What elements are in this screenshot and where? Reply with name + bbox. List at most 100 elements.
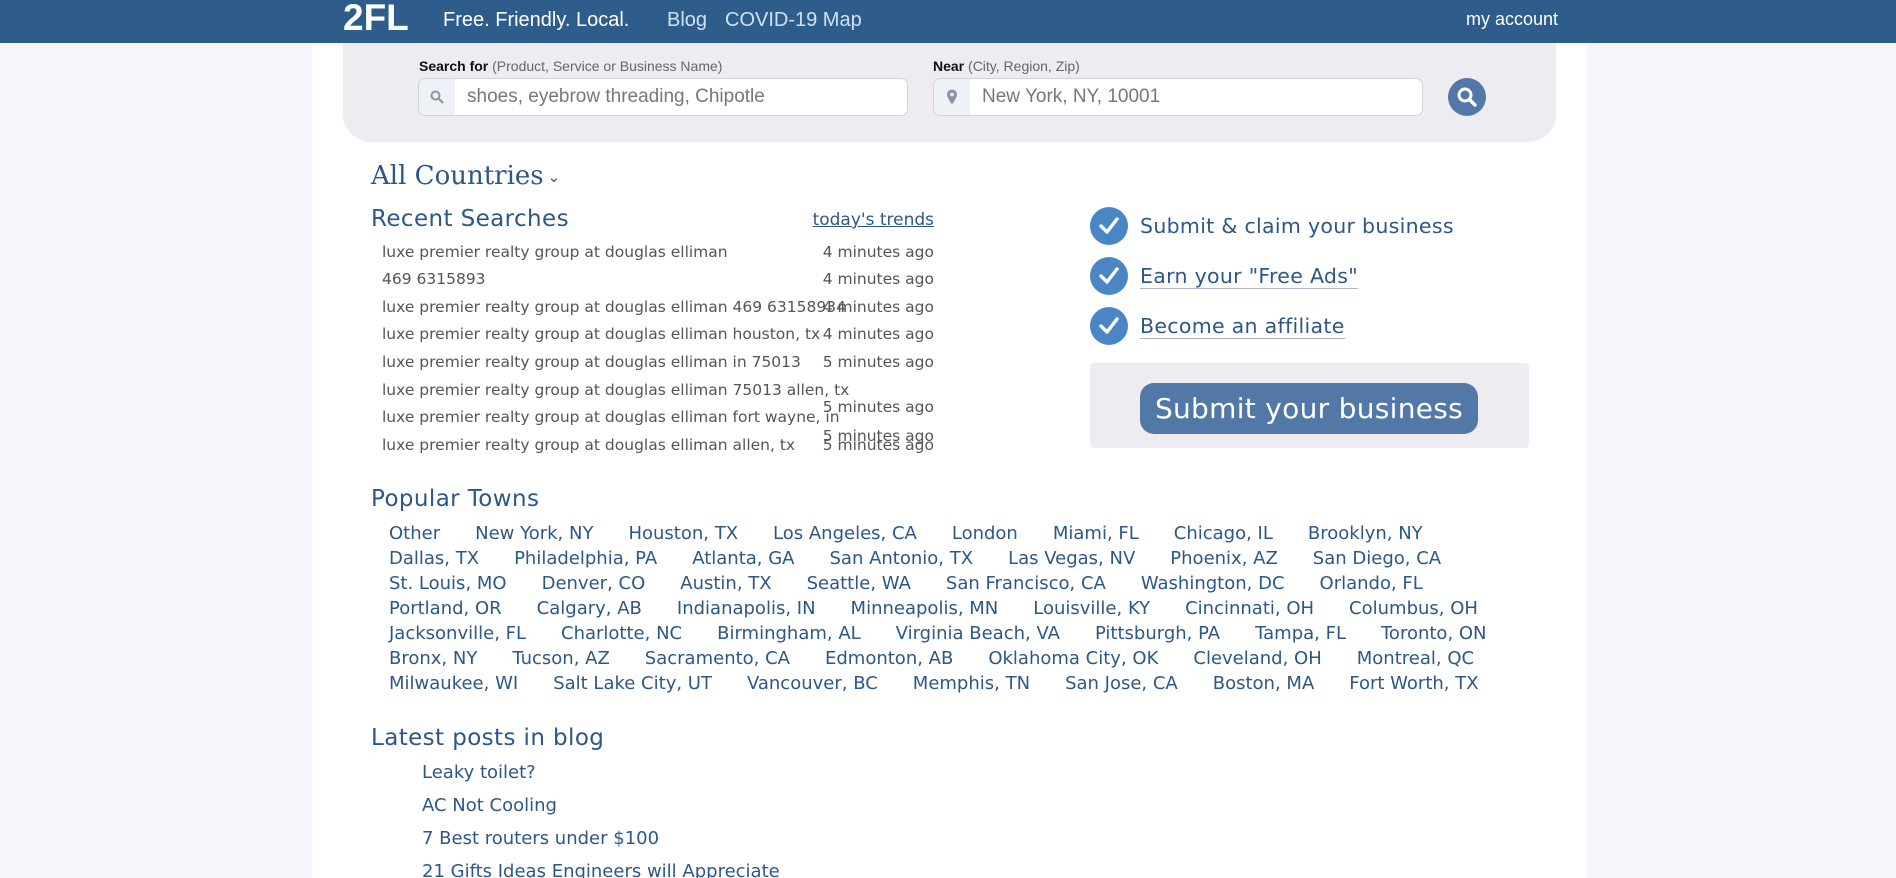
town-link[interactable]: Washington, DC [1141,571,1285,596]
checkmark-icon [1090,207,1128,245]
town-link[interactable]: New York, NY [475,521,593,546]
town-link[interactable]: Los Angeles, CA [773,521,917,546]
town-link[interactable]: Boston, MA [1213,671,1315,696]
search-icon [419,79,455,115]
town-link[interactable]: Montreal, QC [1357,646,1474,671]
blog-post-link[interactable]: 21 Gifts Ideas Engineers will Appreciate [422,860,780,878]
town-link[interactable]: Birmingham, AL [717,621,861,646]
town-link[interactable]: Bronx, NY [389,646,477,671]
town-link[interactable]: Milwaukee, WI [389,671,518,696]
town-link[interactable]: San Jose, CA [1065,671,1178,696]
town-link[interactable]: Sacramento, CA [645,646,790,671]
town-link[interactable]: Jacksonville, FL [389,621,526,646]
recent-search-query[interactable]: luxe premier realty group at douglas ell… [382,296,846,318]
latest-posts-title: Latest posts in blog [371,725,605,751]
town-link[interactable]: Portland, OR [389,596,502,621]
chevron-down-icon: ⌄ [547,168,561,186]
town-link[interactable]: San Antonio, TX [830,546,974,571]
town-link[interactable]: Dallas, TX [389,546,479,571]
recent-search-query[interactable]: luxe premier realty group at douglas ell… [382,351,801,373]
recent-search-time: 5 minutes ago [822,353,934,371]
town-link[interactable]: Philadelphia, PA [514,546,657,571]
search-input[interactable] [467,79,897,115]
town-link[interactable]: Seattle, WA [807,571,911,596]
town-link[interactable]: Orlando, FL [1320,571,1423,596]
town-link[interactable]: Calgary, AB [537,596,642,621]
recent-search-item: luxe premier realty group at douglas ell… [382,296,934,318]
town-link[interactable]: Atlanta, GA [692,546,794,571]
town-link[interactable]: Tucson, AZ [512,646,609,671]
recent-search-time: 4 minutes ago [822,243,934,261]
become-affiliate-link[interactable]: Become an affiliate [1140,314,1345,339]
magnifier-icon [1457,87,1477,107]
nav-covid-map-link[interactable]: COVID-19 Map [725,9,862,31]
blog-post-link[interactable]: AC Not Cooling [422,794,780,827]
town-link[interactable]: Minneapolis, MN [851,596,999,621]
popular-towns-list: Other New York, NY Houston, TX Los Angeles,… [389,521,1509,696]
town-link[interactable]: Columbus, OH [1349,596,1478,621]
country-selector[interactable]: All Countries ⌄ [371,160,560,193]
town-link[interactable]: Salt Lake City, UT [553,671,712,696]
recent-search-query[interactable]: 469 6315893 [382,268,486,290]
recent-search-query[interactable]: luxe premier realty group at douglas ell… [382,434,795,456]
location-pin-icon [934,79,970,115]
town-link[interactable]: Miami, FL [1053,521,1139,546]
town-link[interactable]: San Francisco, CA [946,571,1106,596]
recent-search-time: 5 minutes ago [822,436,934,454]
town-link[interactable]: San Diego, CA [1313,546,1441,571]
todays-trends-link[interactable]: today's trends [813,210,934,230]
town-link[interactable]: London [952,521,1018,546]
town-link[interactable]: Pittsburgh, PA [1095,621,1220,646]
site-logo[interactable]: 2FL [343,0,409,37]
town-link[interactable]: Memphis, TN [913,671,1030,696]
town-link[interactable]: Houston, TX [628,521,738,546]
town-link[interactable]: Cleveland, OH [1193,646,1321,671]
town-link[interactable]: Tampa, FL [1255,621,1346,646]
town-link[interactable]: Chicago, IL [1174,521,1273,546]
town-link[interactable]: Denver, CO [542,571,646,596]
town-link[interactable]: Austin, TX [680,571,771,596]
submit-business-button[interactable]: Submit your business [1140,383,1478,434]
town-link[interactable]: Toronto, ON [1381,621,1487,646]
blog-post-link[interactable]: Leaky toilet? [422,761,780,794]
nav-blog-link[interactable]: Blog [667,9,707,31]
recent-search-item: luxe premier realty group at douglas ell… [382,323,934,345]
town-link[interactable]: Las Vegas, NV [1008,546,1135,571]
near-label: Near (City, Region, Zip) [933,58,1080,74]
town-link[interactable]: Charlotte, NC [561,621,682,646]
town-link[interactable]: Edmonton, AB [825,646,953,671]
tagline: Free. Friendly. Local. [443,9,630,31]
town-link[interactable]: Vancouver, BC [747,671,878,696]
checkmark-icon [1090,307,1128,345]
recent-search-time: 4 minutes ago [822,270,934,288]
recent-search-item: luxe premier realty group at douglas ell… [382,434,934,456]
my-account-link[interactable]: my account [1466,9,1558,29]
recent-search-query[interactable]: luxe premier realty group at douglas ell… [382,241,728,263]
recent-search-query[interactable]: luxe premier realty group at douglas ell… [382,406,840,428]
recent-search-query[interactable]: luxe premier realty group at douglas ell… [382,323,820,345]
town-link[interactable]: Phoenix, AZ [1170,546,1278,571]
town-link[interactable]: Louisville, KY [1033,596,1150,621]
town-link[interactable]: St. Louis, MO [389,571,507,596]
location-input[interactable] [982,79,1412,115]
earn-free-ads-link[interactable]: Earn your "Free Ads" [1140,264,1358,289]
recent-search-item: luxe premier realty group at douglas ell… [382,351,934,373]
search-for-label: Search for (Product, Service or Business… [419,58,723,74]
search-submit-button[interactable] [1448,78,1486,116]
towns-row: Dallas, TX Philadelphia, PA Atlanta, GA San… [389,546,1509,571]
recent-search-query[interactable]: luxe premier realty group at douglas ell… [382,379,849,401]
town-link[interactable]: Virginia Beach, VA [896,621,1060,646]
blog-posts-list: Leaky toilet? AC Not Cooling 7 Best router… [422,761,780,878]
town-link[interactable]: Indianapolis, IN [677,596,816,621]
blog-post-link[interactable]: 7 Best routers under $100 [422,827,780,860]
recent-search-item: 469 6315893 4 minutes ago [382,268,934,290]
town-link[interactable]: Other [389,521,440,546]
town-link[interactable]: Cincinnati, OH [1185,596,1314,621]
town-link[interactable]: Oklahoma City, OK [988,646,1158,671]
town-link[interactable]: Brooklyn, NY [1308,521,1423,546]
towns-row: Jacksonville, FL Charlotte, NC Birmingham,… [389,621,1509,646]
town-link[interactable]: Fort Worth, TX [1349,671,1478,696]
towns-row: Bronx, NY Tucson, AZ Sacramento, CA Edmonto… [389,646,1509,671]
search-for-field [418,78,908,116]
towns-row: St. Louis, MO Denver, CO Austin, TX Seattle… [389,571,1509,596]
